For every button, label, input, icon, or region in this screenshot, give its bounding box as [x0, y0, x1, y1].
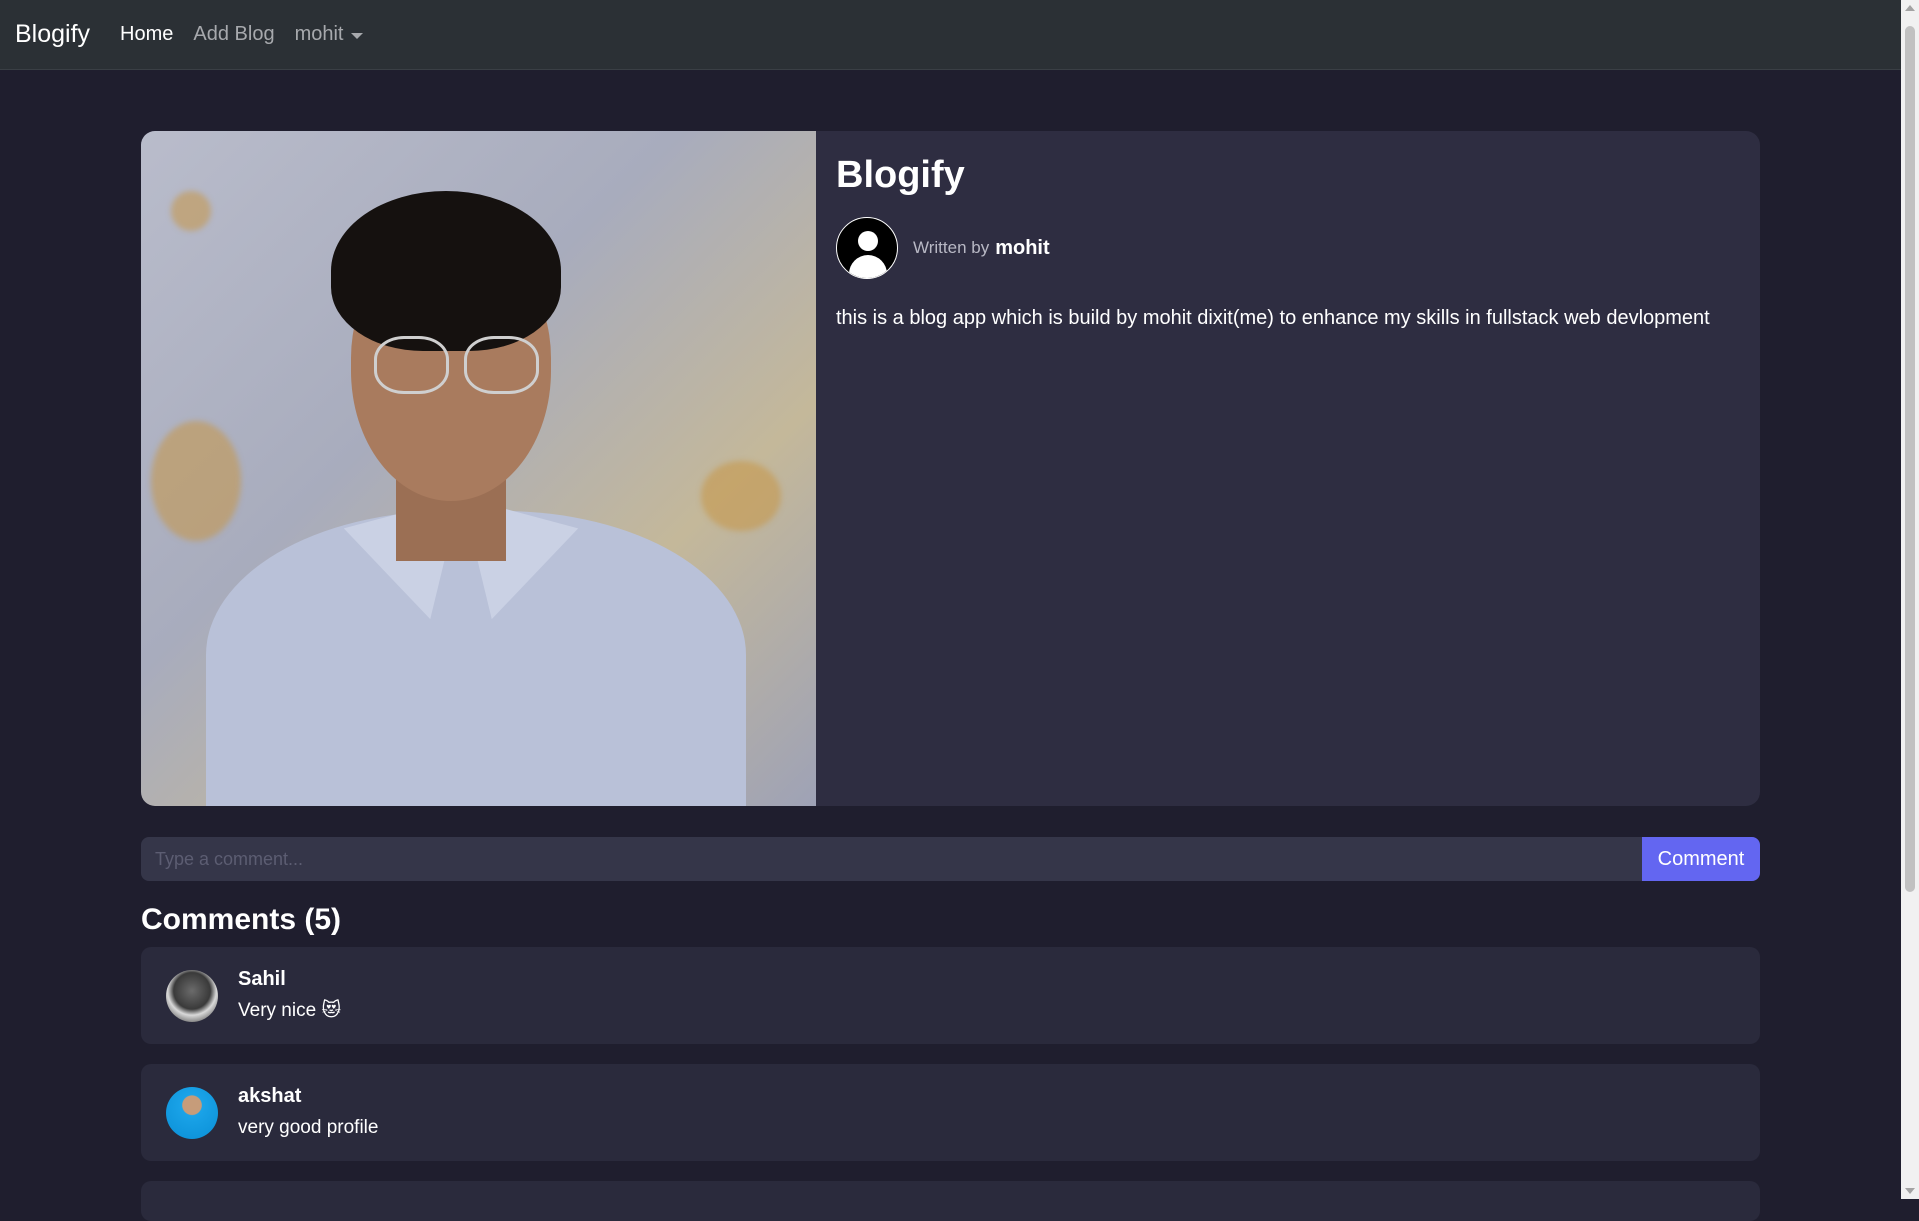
page-scrollbar[interactable] — [1901, 0, 1919, 1199]
blog-card: Blogify Written by mohit this is a blog … — [141, 131, 1760, 806]
blog-body: this is a blog app which is build by moh… — [836, 307, 1710, 329]
author-name: mohit — [995, 236, 1050, 259]
comment-text: very good profile — [238, 1116, 379, 1138]
comment-form: Comment — [141, 837, 1760, 881]
comments-heading: Comments (5) — [141, 903, 342, 936]
brand-logo[interactable]: Blogify — [15, 20, 90, 49]
blog-content: Blogify Written by mohit this is a blog … — [816, 131, 1760, 806]
scroll-down-arrow-icon[interactable] — [1905, 1188, 1915, 1194]
user-silhouette-icon — [836, 217, 898, 279]
comment-author: akshat — [238, 1084, 302, 1107]
comment-item: akshat very good profile — [141, 1064, 1760, 1161]
scroll-thumb[interactable] — [1905, 26, 1915, 892]
user-menu-dropdown[interactable]: mohit — [295, 23, 364, 46]
avatar — [166, 1086, 218, 1139]
comment-item — [141, 1181, 1760, 1221]
nav-link-home[interactable]: Home — [120, 23, 173, 46]
scroll-up-arrow-icon[interactable] — [1905, 5, 1915, 11]
blog-cover-image — [141, 131, 816, 806]
comment-author: Sahil — [238, 967, 286, 990]
nav-link-add-blog[interactable]: Add Blog — [193, 23, 274, 46]
blog-title: Blogify — [836, 154, 965, 196]
comment-text: Very nice 😻 — [238, 999, 342, 1021]
author-row: Written by mohit — [836, 217, 1740, 279]
navbar: Blogify Home Add Blog mohit — [0, 0, 1901, 70]
written-by-label: Written by — [913, 238, 990, 257]
avatar — [166, 969, 218, 1022]
user-menu-label: mohit — [294, 23, 344, 45]
comment-item: Sahil Very nice 😻 — [141, 947, 1760, 1044]
caret-down-icon — [351, 32, 364, 39]
comment-input[interactable] — [141, 837, 1642, 881]
comment-button[interactable]: Comment — [1642, 837, 1760, 881]
